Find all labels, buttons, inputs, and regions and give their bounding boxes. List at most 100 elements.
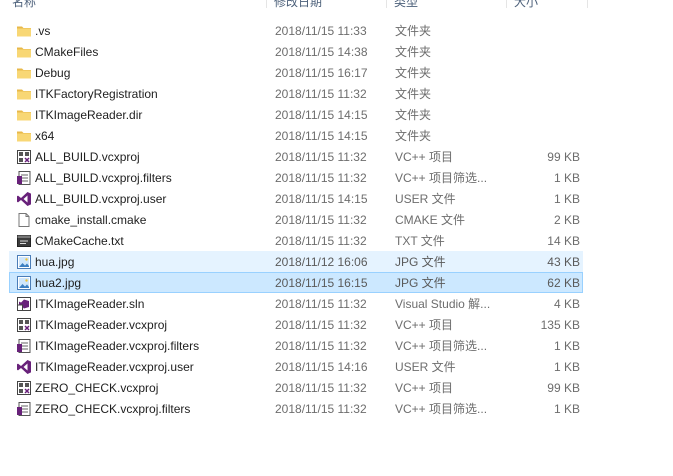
filters-icon xyxy=(16,401,32,417)
file-name: ITKImageReader.sln xyxy=(35,297,145,311)
file-name: cmake_install.cmake xyxy=(35,213,147,227)
file-row[interactable]: Debug 2018/11/15 16:17 文件夹 xyxy=(9,62,583,83)
file-modified-date: 2018/11/15 14:15 xyxy=(275,192,368,206)
file-modified-date: 2018/11/15 11:32 xyxy=(275,381,367,395)
file-type: JPG 文件 xyxy=(395,255,446,269)
vcxproj-icon xyxy=(16,149,32,165)
file-name: x64 xyxy=(35,129,55,143)
vcxproj-icon xyxy=(16,317,32,333)
file-size: 1 KB xyxy=(553,171,580,185)
file-type: 文件夹 xyxy=(395,66,432,80)
file-type: 文件夹 xyxy=(395,24,432,38)
file-row[interactable]: ITKImageReader.dir 2018/11/15 14:15 文件夹 xyxy=(9,104,583,125)
file-modified-date: 2018/11/15 16:15 xyxy=(275,276,368,290)
file-type: VC++ 项目筛选... xyxy=(395,339,488,353)
file-row[interactable]: CMakeFiles 2018/11/15 14:38 文件夹 xyxy=(9,41,583,62)
file-row[interactable]: ZERO_CHECK.vcxproj.filters 2018/11/15 11:… xyxy=(9,398,583,419)
file-modified-date: 2018/11/15 14:15 xyxy=(275,108,368,122)
file-name: ITKImageReader.vcxproj.filters xyxy=(35,339,200,353)
file-modified-date: 2018/11/15 14:38 xyxy=(275,45,368,59)
file-type: JPG 文件 xyxy=(395,276,446,290)
file-modified-date: 2018/11/15 11:32 xyxy=(275,150,367,164)
file-type: TXT 文件 xyxy=(395,234,445,248)
file-name: ALL_BUILD.vcxproj xyxy=(35,150,140,164)
file-size: 4 KB xyxy=(553,297,580,311)
file-name: Debug xyxy=(35,66,71,80)
file-type: VC++ 项目 xyxy=(395,318,454,332)
column-header-size[interactable]: 大小 xyxy=(514,0,588,8)
file-row[interactable]: ITKImageReader.vcxproj 2018/11/15 11:32 VC… xyxy=(9,314,583,335)
file-name: ZERO_CHECK.vcxproj.filters xyxy=(35,402,191,416)
file-size: 2 KB xyxy=(553,213,580,227)
column-header-date[interactable]: 修改日期 xyxy=(274,0,387,8)
file-modified-date: 2018/11/15 14:15 xyxy=(275,129,368,143)
file-modified-date: 2018/11/15 11:32 xyxy=(275,87,367,101)
image-file-icon xyxy=(16,254,32,270)
file-row[interactable]: ITKImageReader.vcxproj.user 2018/11/15 14… xyxy=(9,356,583,377)
file-row[interactable]: ALL_BUILD.vcxproj.user 2018/11/15 14:15 US… xyxy=(9,188,583,209)
visual-studio-icon xyxy=(16,359,32,375)
folder-icon xyxy=(16,107,32,123)
folder-icon xyxy=(16,44,32,60)
file-modified-date: 2018/11/12 16:06 xyxy=(275,255,368,269)
file-name: ITKImageReader.vcxproj.user xyxy=(35,360,194,374)
file-type: 文件夹 xyxy=(395,45,432,59)
file-size: 1 KB xyxy=(553,192,580,206)
file-type: USER 文件 xyxy=(395,360,456,374)
file-modified-date: 2018/11/15 11:33 xyxy=(275,24,367,38)
file-size: 99 KB xyxy=(547,381,580,395)
folder-icon xyxy=(16,65,32,81)
file-modified-date: 2018/11/15 11:32 xyxy=(275,318,367,332)
file-type: VC++ 项目筛选... xyxy=(395,171,488,185)
solution-icon xyxy=(16,296,32,312)
file-size: 1 KB xyxy=(553,339,580,353)
file-name: ITKImageReader.vcxproj xyxy=(35,318,168,332)
folder-icon xyxy=(16,128,32,144)
file-name: ALL_BUILD.vcxproj.user xyxy=(35,192,167,206)
file-type: VC++ 项目 xyxy=(395,150,454,164)
file-size: 62 KB xyxy=(547,276,580,290)
file-name: hua2.jpg xyxy=(35,276,82,290)
column-header-type[interactable]: 类型 xyxy=(394,0,507,8)
filters-icon xyxy=(16,338,32,354)
file-row[interactable]: .vs 2018/11/15 11:33 文件夹 xyxy=(9,20,583,41)
file-modified-date: 2018/11/15 14:16 xyxy=(275,360,368,374)
file-modified-date: 2018/11/15 11:32 xyxy=(275,297,367,311)
folder-icon xyxy=(16,23,32,39)
file-type: 文件夹 xyxy=(395,129,432,143)
file-type: VC++ 项目筛选... xyxy=(395,402,488,416)
file-type: VC++ 项目 xyxy=(395,381,454,395)
file-row[interactable]: ITKImageReader.vcxproj.filters 2018/11/15… xyxy=(9,335,583,356)
file-type: Visual Studio 解... xyxy=(395,297,491,311)
file-modified-date: 2018/11/15 11:32 xyxy=(275,213,367,227)
file-row[interactable]: ITKImageReader.sln 2018/11/15 11:32 Visual… xyxy=(9,293,583,314)
filters-icon xyxy=(16,170,32,186)
column-header: 名称 修改日期 类型 大小 xyxy=(0,0,673,8)
file-row[interactable]: hua2.jpg 2018/11/15 16:15 JPG 文件 62 KB xyxy=(9,272,583,293)
file-type: 文件夹 xyxy=(395,108,432,122)
file-name: .vs xyxy=(35,24,51,38)
visual-studio-icon xyxy=(16,191,32,207)
file-row[interactable]: ALL_BUILD.vcxproj.filters 2018/11/15 11:3… xyxy=(9,167,583,188)
vcxproj-icon xyxy=(16,380,32,396)
file-row[interactable]: cmake_install.cmake 2018/11/15 11:32 CMAKE… xyxy=(9,209,583,230)
file-row[interactable]: CMakeCache.txt 2018/11/15 11:32 TXT 文件 14 K… xyxy=(9,230,583,251)
file-row[interactable]: ZERO_CHECK.vcxproj 2018/11/15 11:32 VC++ 项… xyxy=(9,377,583,398)
file-size: 99 KB xyxy=(547,150,580,164)
file-name: ITKFactoryRegistration xyxy=(35,87,158,101)
column-header-name[interactable]: 名称 xyxy=(12,0,267,8)
file-size: 14 KB xyxy=(547,234,580,248)
file-size: 135 KB xyxy=(540,318,580,332)
file-type: CMAKE 文件 xyxy=(395,213,466,227)
file-name: ZERO_CHECK.vcxproj xyxy=(35,381,159,395)
file-modified-date: 2018/11/15 16:17 xyxy=(275,66,368,80)
file-row[interactable]: ALL_BUILD.vcxproj 2018/11/15 11:32 VC++ 项目… xyxy=(9,146,583,167)
file-name: CMakeCache.txt xyxy=(35,234,124,248)
file-name: CMakeFiles xyxy=(35,45,99,59)
folder-icon xyxy=(16,86,32,102)
file-modified-date: 2018/11/15 11:32 xyxy=(275,171,367,185)
file-row[interactable]: x64 2018/11/15 14:15 文件夹 xyxy=(9,125,583,146)
file-row[interactable]: ITKFactoryRegistration 2018/11/15 11:32 文件… xyxy=(9,83,583,104)
file-modified-date: 2018/11/15 11:32 xyxy=(275,402,367,416)
file-row[interactable]: hua.jpg 2018/11/12 16:06 JPG 文件 43 KB xyxy=(9,251,583,272)
